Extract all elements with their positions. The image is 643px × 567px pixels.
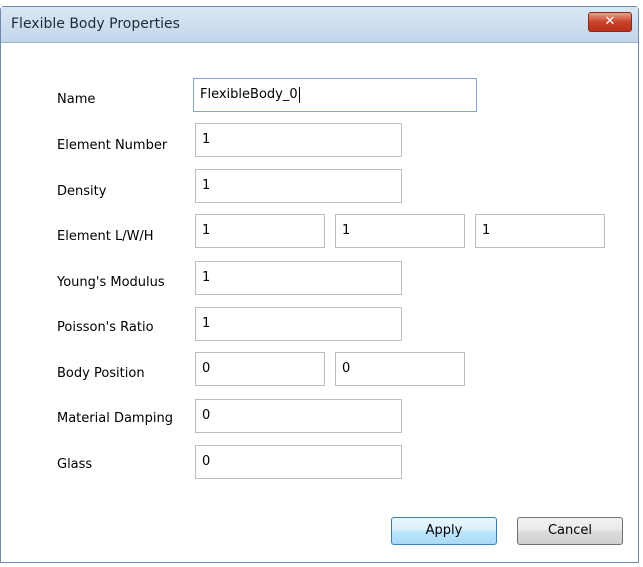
density-label: Density — [57, 184, 107, 199]
glass-input[interactable]: 0 — [195, 445, 402, 479]
cancel-button[interactable]: Cancel — [517, 517, 623, 545]
poissons-ratio-input[interactable]: 1 — [195, 307, 402, 341]
body-position-label: Body Position — [57, 366, 145, 381]
text-caret — [298, 86, 300, 103]
close-button[interactable]: ✕ — [588, 12, 632, 32]
name-label: Name — [57, 92, 96, 107]
form-body: Name FlexibleBody_0 Element Number 1 Den… — [3, 43, 636, 560]
glass-label: Glass — [57, 457, 93, 472]
name-input[interactable]: FlexibleBody_0 — [193, 78, 477, 112]
material-damping-input[interactable]: 0 — [195, 399, 402, 433]
element-length-input[interactable]: 1 — [195, 214, 325, 248]
youngs-modulus-label: Young's Modulus — [57, 275, 165, 290]
element-height-input[interactable]: 1 — [475, 214, 605, 248]
flexible-body-properties-dialog: Flexible Body Properties ✕ Name Flexible… — [0, 6, 639, 563]
window-title: Flexible Body Properties — [11, 16, 180, 32]
material-damping-label: Material Damping — [57, 411, 173, 426]
density-input[interactable]: 1 — [195, 169, 402, 203]
element-lwh-label: Element L/W/H — [57, 229, 154, 244]
title-bar[interactable]: Flexible Body Properties ✕ — [1, 7, 638, 43]
element-number-input[interactable]: 1 — [195, 123, 402, 157]
body-position-y-input[interactable]: 0 — [335, 352, 465, 386]
element-number-label: Element Number — [57, 138, 168, 153]
poissons-ratio-label: Poisson's Ratio — [57, 320, 154, 335]
youngs-modulus-input[interactable]: 1 — [195, 261, 402, 295]
name-value: FlexibleBody_0 — [200, 87, 298, 102]
close-icon: ✕ — [604, 14, 616, 29]
apply-button[interactable]: Apply — [391, 517, 497, 545]
element-width-input[interactable]: 1 — [335, 214, 465, 248]
body-position-x-input[interactable]: 0 — [195, 352, 325, 386]
